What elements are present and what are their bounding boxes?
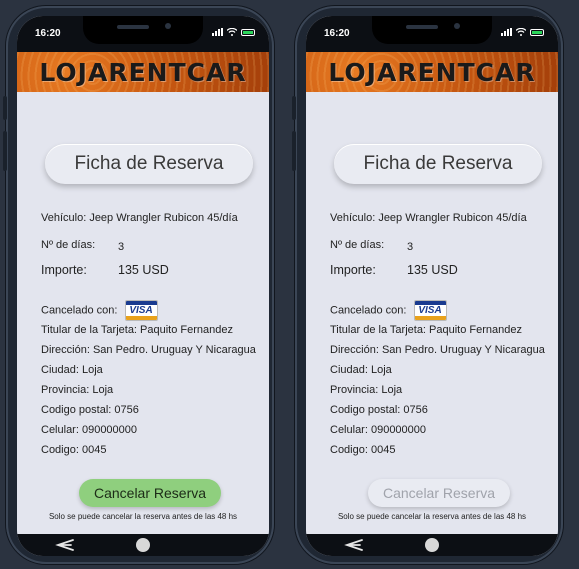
- province-text: Provincia: Loja: [41, 384, 114, 396]
- page-title: Ficha de Reserva: [334, 144, 542, 184]
- home-button-icon[interactable]: [136, 538, 150, 552]
- days-value: 3: [407, 241, 414, 253]
- phone-text: Celular: 090000000: [330, 424, 427, 436]
- paid-with-label: Cancelado con:: [41, 304, 118, 317]
- nav-bar: [306, 534, 558, 556]
- brand-logo: LOJARENTCAR: [328, 58, 536, 87]
- status-time: 16:20: [35, 28, 61, 39]
- vehicle-text: Vehículo: Jeep Wrangler Rubicon 45/día: [330, 212, 527, 224]
- visa-card-icon: VISA: [124, 300, 158, 321]
- days-value: 3: [118, 241, 125, 253]
- nav-bar: [17, 534, 269, 556]
- amount-value: 135 USD: [118, 263, 169, 277]
- paid-with-label: Cancelado con:: [330, 304, 407, 317]
- city-text: Ciudad: Loja: [330, 364, 392, 376]
- status-bar: 16:20: [17, 16, 269, 52]
- paid-with-row: Cancelado con: VISA: [41, 300, 158, 321]
- code-text: Codigo: 0045: [41, 444, 107, 456]
- battery-icon: [241, 28, 255, 36]
- signal-icon: [501, 28, 512, 36]
- paid-with-row: Cancelado con: VISA: [330, 300, 447, 321]
- back-arrow-icon[interactable]: [344, 539, 364, 551]
- cancel-note: Solo se puede cancelar la reserva antes …: [337, 512, 527, 521]
- amount-label: Importe:: [41, 263, 87, 277]
- holder-text: Titular de la Tarjeta: Paquito Fernandez: [41, 324, 234, 336]
- brand-banner: LOJARENTCAR: [17, 52, 269, 92]
- cancel-reservation-button-disabled[interactable]: Cancelar Reserva: [368, 479, 510, 507]
- phone-side-button: [3, 96, 7, 120]
- brand-logo: LOJARENTCAR: [39, 58, 247, 87]
- phone-frame-left: 16:20 LOJARENTCAR Ficha de Reserva Vehíc…: [3, 6, 274, 564]
- address-text: Dirección: San Pedro. Uruguay Y Nicaragu…: [41, 344, 256, 356]
- province-text: Provincia: Loja: [330, 384, 403, 396]
- phone-volume-button: [292, 131, 296, 171]
- cancel-reservation-button[interactable]: Cancelar Reserva: [79, 479, 221, 507]
- phone-screen: 16:20 LOJARENTCAR Ficha de Reserva Vehíc…: [306, 16, 558, 556]
- vehicle-text: Vehículo: Jeep Wrangler Rubicon 45/día: [41, 212, 238, 224]
- notch: [83, 16, 203, 44]
- amount-value: 135 USD: [407, 263, 458, 277]
- back-arrow-icon[interactable]: [55, 539, 75, 551]
- phone-frame-right: 16:20 LOJARENTCAR Ficha de Reserva Vehíc…: [292, 6, 563, 564]
- status-bar: 16:20: [306, 16, 558, 52]
- status-time: 16:20: [324, 28, 350, 39]
- page-title: Ficha de Reserva: [45, 144, 253, 184]
- city-text: Ciudad: Loja: [41, 364, 103, 376]
- brand-banner: LOJARENTCAR: [306, 52, 558, 92]
- cancel-note: Solo se puede cancelar la reserva antes …: [48, 512, 238, 521]
- battery-icon: [530, 28, 544, 36]
- phone-text: Celular: 090000000: [41, 424, 138, 436]
- home-button-icon[interactable]: [425, 538, 439, 552]
- wifi-icon: [516, 28, 526, 36]
- phone-screen: 16:20 LOJARENTCAR Ficha de Reserva Vehíc…: [17, 16, 269, 556]
- address-text: Dirección: San Pedro. Uruguay Y Nicaragu…: [330, 344, 545, 356]
- amount-label: Importe:: [330, 263, 376, 277]
- notch: [372, 16, 492, 44]
- code-text: Codigo: 0045: [330, 444, 396, 456]
- postal-text: Codigo postal: 0756: [330, 404, 428, 416]
- days-label: Nº de días:: [41, 239, 96, 251]
- phone-volume-button: [3, 131, 7, 171]
- days-label: Nº de días:: [330, 239, 385, 251]
- postal-text: Codigo postal: 0756: [41, 404, 139, 416]
- wifi-icon: [227, 28, 237, 36]
- holder-text: Titular de la Tarjeta: Paquito Fernandez: [330, 324, 523, 336]
- signal-icon: [212, 28, 223, 36]
- visa-card-icon: VISA: [413, 300, 447, 321]
- phone-side-button: [292, 96, 296, 120]
